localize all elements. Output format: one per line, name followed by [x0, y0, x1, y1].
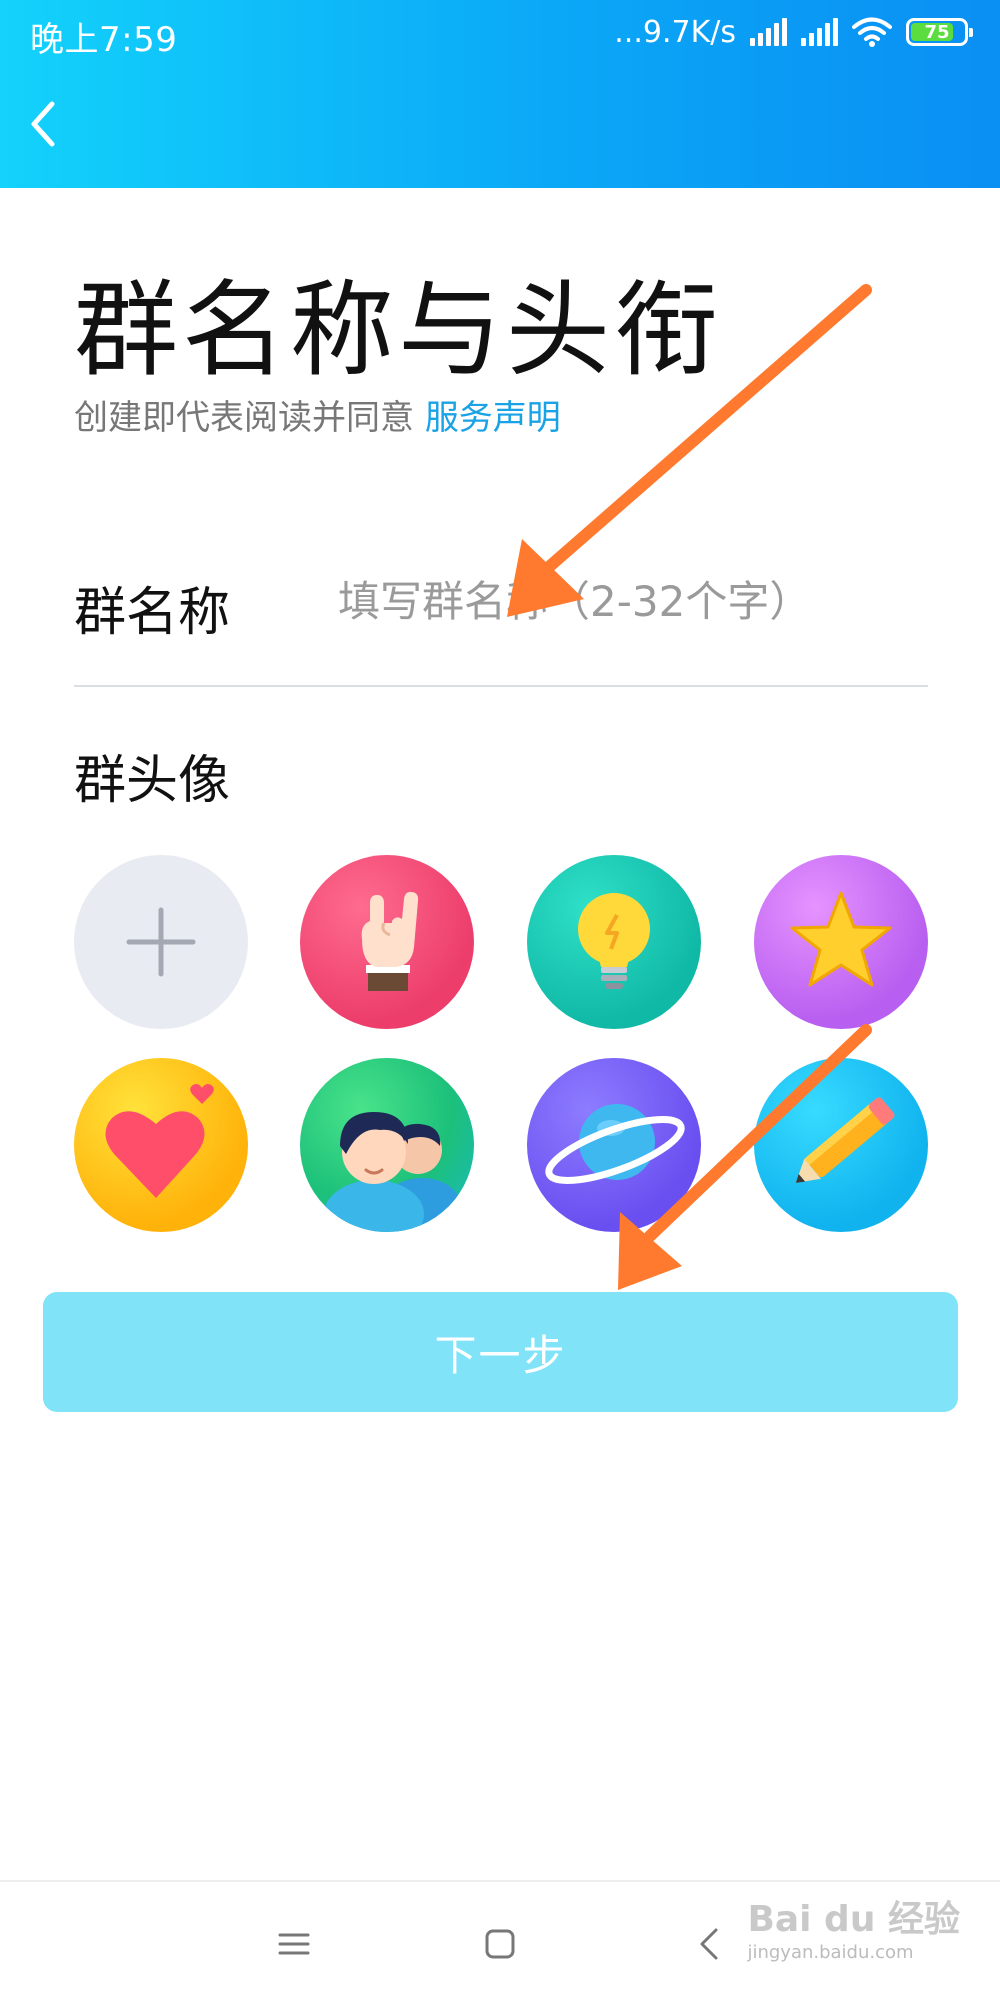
heart-icon	[105, 1084, 214, 1198]
service-statement-link[interactable]: 服务声明	[425, 398, 561, 438]
divider	[74, 685, 928, 687]
avatar-option-planet[interactable]	[527, 1058, 701, 1232]
app-header: 晚上7:59 ...9.7K/s 75	[0, 0, 1000, 188]
lightbulb-icon	[578, 893, 650, 989]
status-icons: ...9.7K/s 75	[614, 12, 973, 52]
pencil-icon	[795, 1097, 895, 1183]
next-step-button[interactable]: 下一步	[43, 1292, 958, 1412]
signal-icon	[750, 18, 787, 46]
signal-icon-2	[801, 18, 838, 46]
avatar-option-star[interactable]	[754, 855, 928, 1029]
home-square-icon	[485, 1929, 515, 1959]
people-icon	[324, 1112, 462, 1232]
baidu-watermark: Bai du 经验 jingyan.baidu.com	[747, 1902, 960, 1962]
home-button[interactable]	[472, 1916, 528, 1972]
avatar-option-heart[interactable]	[74, 1058, 248, 1232]
watermark-main: Bai du 经验	[747, 1899, 960, 1940]
chevron-left-icon	[31, 101, 55, 147]
battery-icon: 75	[906, 18, 973, 46]
rock-hand-icon	[361, 891, 419, 991]
avatar-option-lightbulb[interactable]	[527, 855, 701, 1029]
plus-icon	[126, 907, 196, 977]
watermark-sub: jingyan.baidu.com	[747, 1942, 914, 1963]
star-icon	[790, 891, 892, 987]
agreement-prefix: 创建即代表阅读并同意	[74, 398, 425, 438]
page-title: 群名称与头衔	[74, 269, 723, 391]
wifi-icon	[852, 17, 892, 47]
avatar-option-rock-hand[interactable]	[300, 855, 474, 1029]
back-button[interactable]	[16, 94, 72, 154]
avatar-option-people[interactable]	[300, 1058, 474, 1232]
menu-button[interactable]	[266, 1916, 322, 1972]
avatar-option-pencil[interactable]	[754, 1058, 928, 1232]
group-name-input[interactable]	[338, 565, 928, 637]
group-name-label: 群名称	[74, 583, 231, 643]
group-avatar-label: 群头像	[74, 751, 231, 811]
battery-level: 75	[924, 21, 950, 43]
menu-icon	[278, 1933, 310, 1955]
system-back-button[interactable]	[682, 1916, 738, 1972]
add-avatar-button[interactable]	[74, 855, 248, 1029]
status-time: 晚上7:59	[30, 20, 178, 60]
system-nav-bar: Bai du 经验 jingyan.baidu.com	[0, 1880, 1000, 2000]
planet-icon	[545, 1104, 685, 1184]
agreement-text: 创建即代表阅读并同意 服务声明	[74, 390, 561, 439]
network-speed: ...9.7K/s	[614, 14, 736, 50]
back-triangle-icon	[700, 1928, 718, 1960]
